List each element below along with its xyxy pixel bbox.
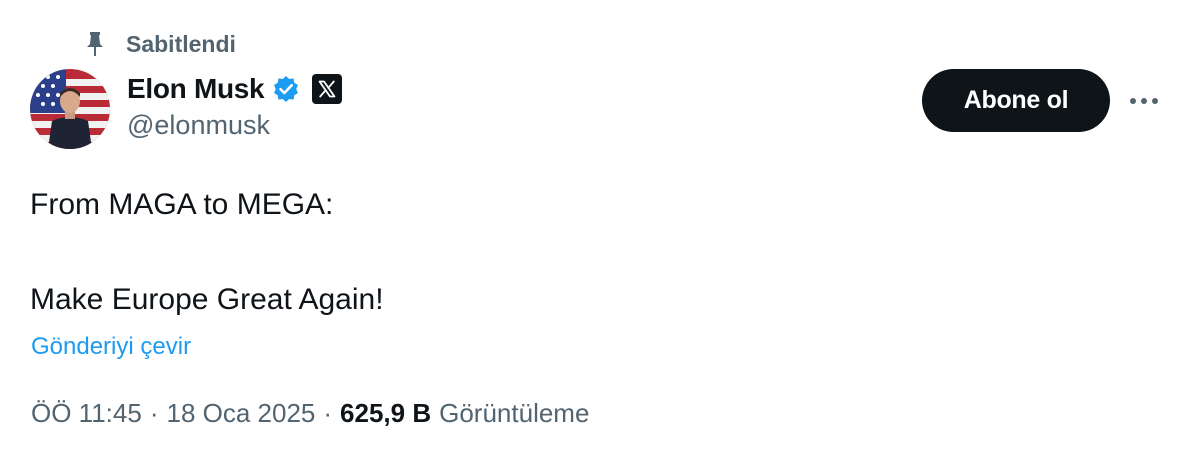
more-options-icon[interactable] bbox=[1124, 86, 1164, 116]
tweet-text-line-2: Make Europe Great Again! bbox=[30, 283, 384, 316]
meta-separator: · bbox=[149, 398, 159, 428]
author-handle[interactable]: @elonmusk bbox=[127, 110, 270, 141]
verified-badge-icon[interactable] bbox=[272, 75, 300, 103]
tweet-card: Sabitlendi Elon Musk @elonmusk Abone ol … bbox=[0, 0, 1200, 455]
author-name-row: Elon Musk bbox=[127, 70, 343, 108]
views-label[interactable]: Görüntüleme bbox=[439, 398, 589, 429]
meta-separator: · bbox=[323, 398, 333, 428]
tweet-date[interactable]: 18 Oca 2025 bbox=[166, 398, 315, 429]
pin-icon bbox=[84, 30, 106, 58]
tweet-text-line-1: From MAGA to MEGA: bbox=[30, 188, 334, 221]
pinned-indicator: Sabitlendi bbox=[84, 28, 236, 60]
author-display-name[interactable]: Elon Musk bbox=[127, 73, 265, 105]
avatar[interactable] bbox=[30, 69, 110, 149]
follow-button[interactable]: Abone ol bbox=[922, 69, 1110, 132]
views-count[interactable]: 625,9 B bbox=[340, 398, 431, 429]
tweet-metadata: ÖÖ 11:45 · 18 Oca 2025 · 625,9 B Görüntü… bbox=[31, 398, 589, 429]
tweet-time[interactable]: ÖÖ 11:45 bbox=[31, 398, 142, 429]
x-logo-icon[interactable] bbox=[312, 74, 343, 104]
pinned-label: Sabitlendi bbox=[126, 30, 236, 57]
translate-post-link[interactable]: Gönderiyi çevir bbox=[31, 333, 191, 361]
